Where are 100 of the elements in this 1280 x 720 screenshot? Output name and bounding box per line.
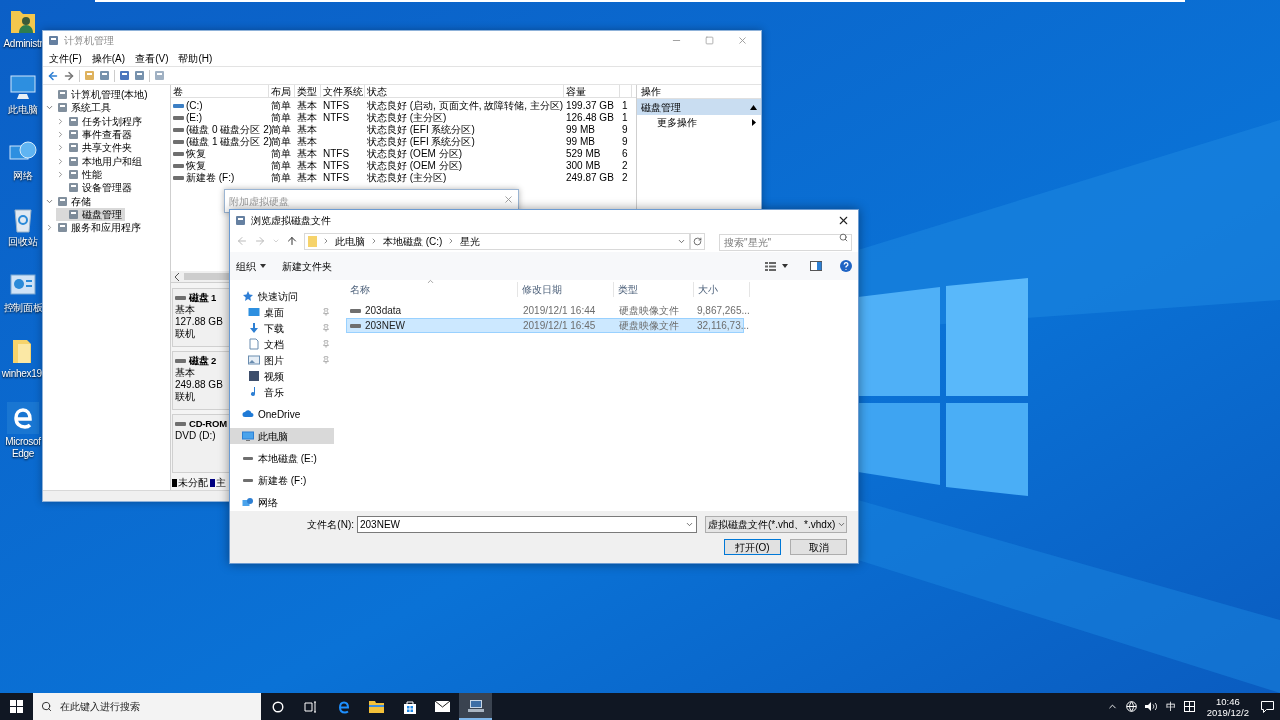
tree-item[interactable]: 存储 [45,194,94,208]
column-header[interactable]: 卷 [171,85,269,97]
menu-item[interactable]: 查看(V) [135,50,169,66]
table-cell: 300 MB [566,160,601,172]
clock[interactable]: 10:46 2019/12/2 [1202,695,1253,718]
menu-item[interactable]: 操作(A) [91,50,126,66]
nav-item[interactable]: 新建卷 (F:) [230,472,334,488]
nav-item[interactable]: 网络 [230,494,334,510]
speaker-icon[interactable] [1144,701,1158,712]
table-cell: 基本 [297,160,317,172]
view-button[interactable] [765,261,788,271]
nav-item[interactable]: 文档 [230,336,334,352]
address-bar[interactable]: 此电脑 本地磁盘 (C:) 星光 [304,232,690,250]
tree-item[interactable]: 服务和应用程序 [45,220,144,235]
breadcrumb-item[interactable]: 本地磁盘 (C:) [383,233,443,249]
column-header[interactable]: 文件系统 [321,85,365,97]
desktop-icon-label[interactable]: 回收站 [1,236,45,248]
tree-item[interactable]: 本地用户和组 [56,154,145,168]
nav-item[interactable]: 快速访问 [230,288,334,304]
refresh-button[interactable] [690,232,705,250]
dropdown-icon [837,520,847,529]
breadcrumb-item[interactable]: 星光 [460,233,481,249]
desktop-icon-label[interactable]: 网络 [1,170,45,182]
nav-item[interactable]: 本地磁盘 (E:) [230,450,334,466]
windows-logo-icon [10,700,23,713]
table-cell: 简单 [271,172,291,184]
breadcrumb-item[interactable]: 此电脑 [335,233,365,249]
desktop-icon-label[interactable]: winhex19. [1,368,45,380]
chevron-right-icon[interactable] [56,130,65,140]
tree-item[interactable]: 磁盘管理 [56,207,125,221]
table-cell: 状态良好 (主分区) [367,172,447,184]
chevron-right-icon[interactable] [56,169,65,179]
drive-icon [175,421,186,427]
section-header[interactable]: 磁盘管理 [637,99,761,115]
search-field[interactable]: 搜索"星光" [719,234,852,251]
folder-icon [308,235,317,247]
field-label: 文件名(N): [307,518,354,532]
column-header[interactable]: 布局 [269,85,295,97]
tree-item[interactable]: 设备管理器 [56,181,135,195]
nav-item[interactable]: 此电脑 [230,428,334,444]
desktop-icon-label[interactable]: 控制面板 [1,302,45,314]
preview-pane-icon[interactable] [810,261,822,271]
tree-item[interactable]: 任务计划程序 [56,114,145,128]
ime-indicator[interactable]: 中 [1165,699,1176,714]
nav-item[interactable]: 下载 [230,320,334,336]
nav-item[interactable]: 图片 [230,352,334,368]
file-type-select[interactable]: 虚拟磁盘文件(*.vhd、*.vhdx) [705,516,847,533]
chevron-right-icon[interactable] [56,143,65,153]
chevron-right-icon[interactable] [56,156,65,166]
disk-info: 基本 [175,304,196,316]
column-header[interactable]: 类型 [295,85,321,97]
column-header[interactable]: 名称 [346,282,518,297]
tree-item[interactable]: 计算机管理(本地) [45,88,151,102]
desktop-icon-label[interactable]: 此电脑 [1,104,45,116]
nav-item[interactable]: 视频 [230,368,334,384]
forward-icon[interactable] [63,69,75,82]
search-field[interactable]: 在此键入进行搜索 [33,693,261,720]
tree-item[interactable]: 性能 [56,167,105,182]
scroll-left-icon[interactable] [174,272,180,281]
open-button[interactable]: 打开(O) [724,539,781,555]
dropdown-icon[interactable] [685,520,694,529]
menu-item[interactable]: 文件(F) [49,50,82,66]
nav-item[interactable]: 音乐 [230,384,334,400]
toolbar-button[interactable]: 组织 [236,258,266,274]
column-header[interactable]: 大小 [694,282,750,297]
table-cell: 恢复 [186,160,206,172]
tree-item[interactable]: 系统工具 [45,101,114,115]
column-header[interactable]: 修改日期 [518,282,614,297]
desktop-icon-label[interactable]: Microsof Edge [1,436,45,460]
nav-item[interactable]: OneDrive [230,406,334,422]
menu-item[interactable]: 帮助(H) [178,50,213,66]
toolbar-button[interactable]: 新建文件夹 [282,258,332,274]
globe-icon[interactable] [1125,701,1137,712]
refresh-icon [693,236,702,246]
table-cell: 状态良好 (EFI 系统分区) [367,136,475,148]
drive-icon [175,358,186,364]
column-header[interactable]: 容量 [564,85,620,97]
cancel-button[interactable]: 取消 [790,539,847,555]
action-item[interactable]: 更多操作 [637,115,761,130]
taskbar-app[interactable] [459,693,492,720]
chevron-right-icon[interactable] [56,116,65,126]
nav-item[interactable]: 桌面 [230,304,334,320]
back-icon[interactable] [47,69,59,82]
filename-field[interactable]: 203NEW [357,516,697,533]
up-button[interactable] [286,235,298,247]
table-cell: 基本 [297,124,317,136]
table-cell: NTFS [323,100,350,112]
table-cell: 基本 [297,112,317,124]
disk-info: 基本 [175,367,196,379]
chevron-right-icon[interactable] [45,223,54,233]
table-cell: 1 [622,112,628,124]
desktop-icon-label[interactable]: Administr [1,38,45,50]
input-mode-icon[interactable] [1183,701,1195,712]
notification-icon[interactable] [1261,700,1274,713]
column-header[interactable]: 状态 [365,85,564,97]
table-cell: 简单 [271,112,291,124]
tree-item[interactable]: 事件查看器 [56,127,135,142]
tree-item[interactable]: 共享文件夹 [56,141,135,155]
column-header[interactable]: 类型 [614,282,694,297]
file-name: 203data [365,304,402,318]
